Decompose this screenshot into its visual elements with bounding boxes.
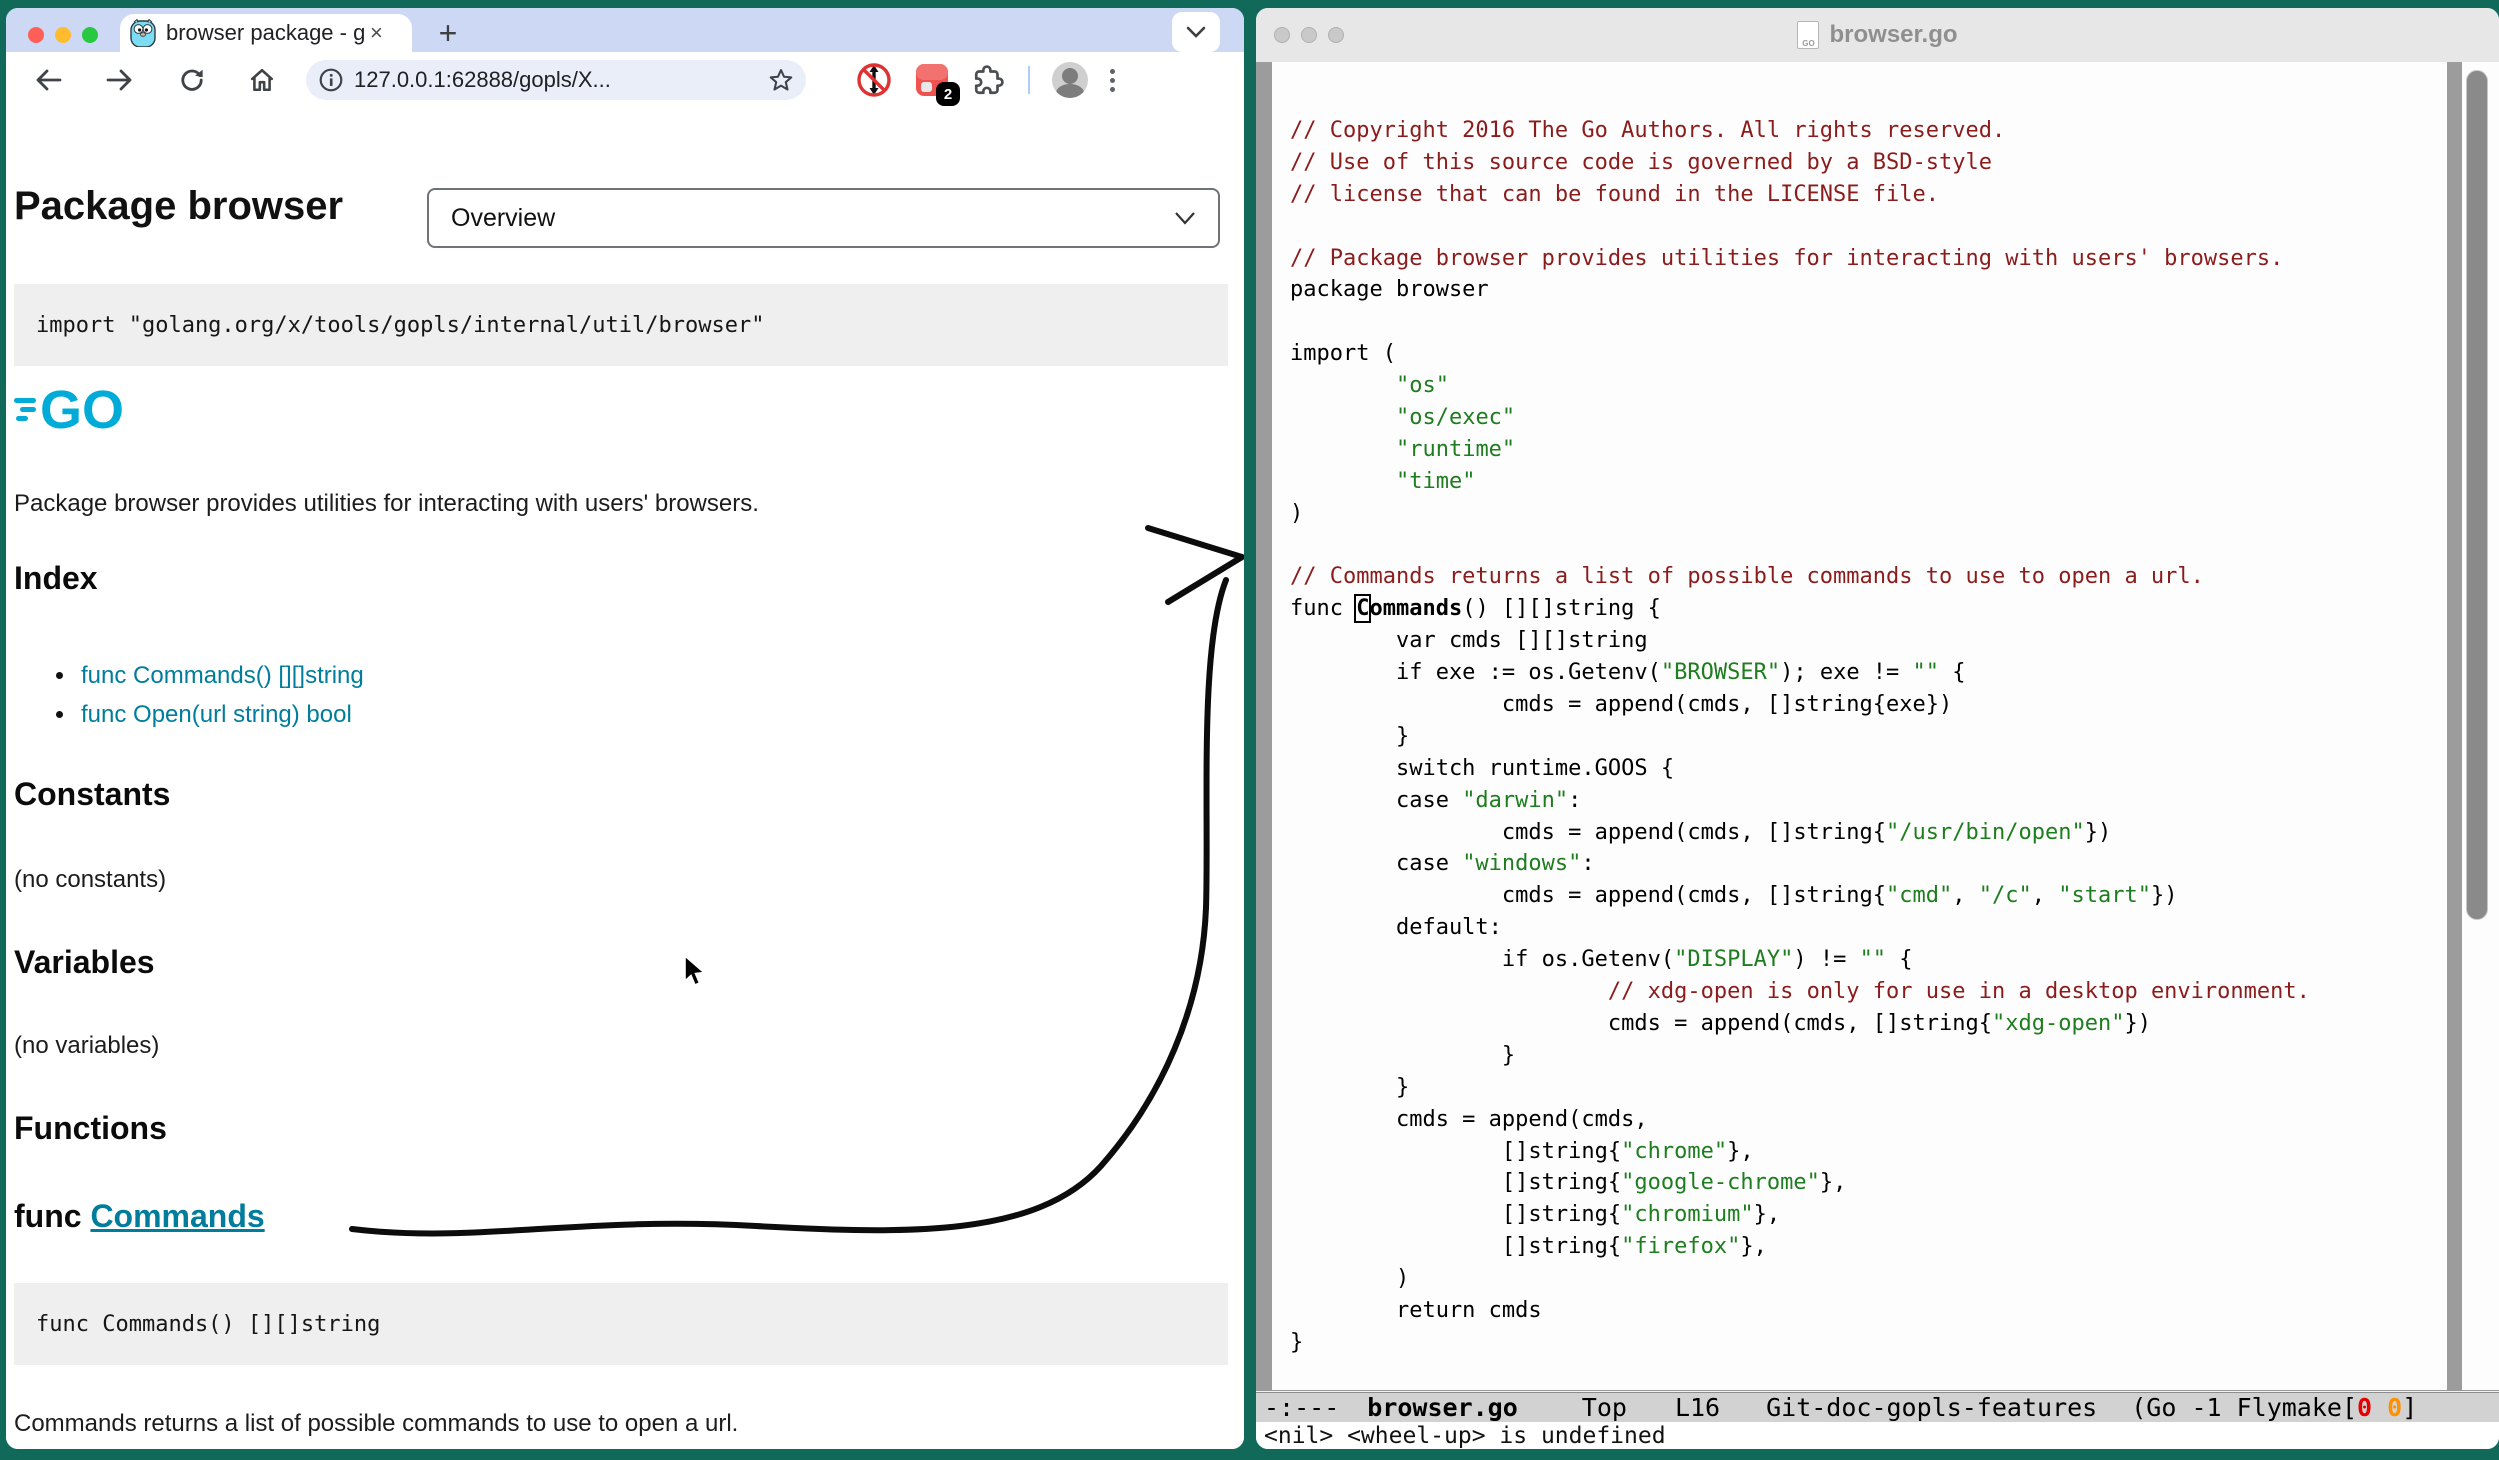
index-link-open[interactable]: func Open(url string) bool — [81, 701, 352, 729]
modeline-vc-branch: Git-doc-gopls-features — [1766, 1393, 2097, 1422]
back-button[interactable] — [28, 60, 68, 100]
index-link-commands[interactable]: func Commands() [][]string — [81, 662, 364, 690]
flymake-error-count: 0 — [2357, 1393, 2372, 1422]
gopher-favicon-icon — [130, 19, 156, 47]
new-tab-button[interactable]: + — [430, 16, 466, 52]
index-list: func Commands() [][]string func Open(url… — [56, 656, 364, 734]
echo-area: <nil> <wheel-up> is undefined — [1256, 1422, 2499, 1449]
url-text[interactable]: 127.0.0.1:62888/gopls/X... — [354, 67, 768, 93]
browser-menu-icon[interactable] — [1110, 69, 1115, 92]
echo-message: <nil> <wheel-up> is undefined — [1264, 1423, 1666, 1449]
editor-titlebar: GO browser.go — [1256, 8, 2499, 63]
profile-avatar[interactable] — [1052, 62, 1088, 98]
modeline-position: Top — [1582, 1393, 1627, 1422]
bullet-dot — [56, 672, 63, 679]
right-scrollbar-track[interactable] — [2447, 62, 2462, 1391]
modeline-modes: (Go -1 Flymake[ — [2131, 1393, 2357, 1422]
scroll-blocker-extension-icon[interactable] — [856, 62, 892, 98]
modeline-prefix: -:--- — [1264, 1393, 1339, 1422]
page-title: Package browser — [14, 184, 343, 229]
mac-maximize-button[interactable] — [82, 27, 98, 43]
editor-window: GO browser.go // Copyright 2016 The Go A… — [1256, 8, 2499, 1449]
home-button[interactable] — [242, 60, 282, 100]
reload-button[interactable] — [172, 60, 212, 100]
tab-title: browser package - golang.or — [166, 20, 366, 46]
mouse-cursor — [683, 955, 709, 989]
code-buffer: // Copyright 2016 The Go Authors. All ri… — [1256, 62, 2499, 1391]
func-signature-block: func Commands() [][]string — [14, 1283, 1228, 1365]
doc-page: Package browser Overview import "golang.… — [6, 108, 1244, 1449]
red-extension-icon[interactable]: 2 — [914, 62, 950, 98]
flymake-warning-count: 0 — [2387, 1393, 2402, 1422]
modeline-buffer-name: browser.go — [1367, 1393, 1518, 1422]
chevron-down-icon — [1174, 211, 1196, 225]
bullet-dot — [56, 711, 63, 718]
browser-window: browser package - golang.or × + 127.0.0.… — [6, 8, 1244, 1449]
toolbar-divider — [1028, 66, 1030, 94]
constants-empty: (no constants) — [14, 866, 166, 894]
file-document-icon: GO — [1797, 21, 1819, 49]
address-bar[interactable]: 127.0.0.1:62888/gopls/X... — [306, 60, 806, 100]
nav-select-value: Overview — [451, 204, 555, 233]
commands-link[interactable]: Commands — [90, 1198, 264, 1234]
svg-text:GO: GO — [40, 380, 124, 438]
emacs-modeline: -:--- browser.go Top L16 Git-doc-gopls-featu… — [1256, 1391, 2499, 1422]
func-keyword: func — [14, 1198, 90, 1234]
browser-tab[interactable]: browser package - golang.or × — [120, 14, 412, 52]
list-item: func Commands() [][]string — [56, 656, 364, 695]
variables-empty: (no variables) — [14, 1032, 159, 1060]
code-lines: // Copyright 2016 The Go Authors. All ri… — [1290, 118, 2440, 1391]
site-info-icon[interactable] — [318, 67, 344, 93]
editor-window-title: browser.go — [1829, 21, 1957, 49]
index-heading: Index — [14, 560, 98, 597]
constants-heading: Constants — [14, 776, 170, 813]
bookmark-star-icon[interactable] — [768, 67, 794, 93]
tab-search-chevron-button[interactable] — [1172, 12, 1220, 52]
functions-heading: Functions — [14, 1110, 167, 1147]
extension-badge: 2 — [936, 82, 960, 106]
modeline-space — [2372, 1393, 2387, 1422]
nav-select[interactable]: Overview — [427, 188, 1220, 248]
forward-button[interactable] — [100, 60, 140, 100]
right-scrollbar-thumb[interactable] — [2466, 70, 2488, 920]
import-line: import "golang.org/x/tools/gopls/interna… — [36, 313, 764, 338]
func-signature: func Commands() [][]string — [36, 1312, 380, 1337]
modeline-bracket-close: ] — [2402, 1393, 2417, 1422]
list-item: func Open(url string) bool — [56, 695, 364, 734]
browser-toolbar: 127.0.0.1:62888/gopls/X... — [6, 52, 1244, 109]
modeline-line-number: L16 — [1675, 1393, 1720, 1422]
go-logo: GO — [14, 376, 164, 438]
tab-close-icon[interactable]: × — [370, 22, 383, 44]
left-scrollbar[interactable] — [1256, 62, 1272, 1391]
mac-close-button[interactable] — [28, 27, 44, 43]
import-code-block: import "golang.org/x/tools/gopls/interna… — [14, 284, 1228, 366]
editor-title-group: GO browser.go — [1256, 8, 2499, 62]
extensions-area: 2 — [856, 60, 1115, 100]
func-commands-heading: func Commands — [14, 1198, 265, 1235]
variables-heading: Variables — [14, 944, 155, 981]
mac-minimize-button[interactable] — [55, 27, 71, 43]
package-description: Package browser provides utilities for i… — [14, 490, 759, 518]
extensions-puzzle-icon[interactable] — [972, 63, 1006, 97]
tab-strip: browser package - golang.or × + — [6, 8, 1244, 52]
func-description: Commands returns a list of possible comm… — [14, 1410, 738, 1438]
